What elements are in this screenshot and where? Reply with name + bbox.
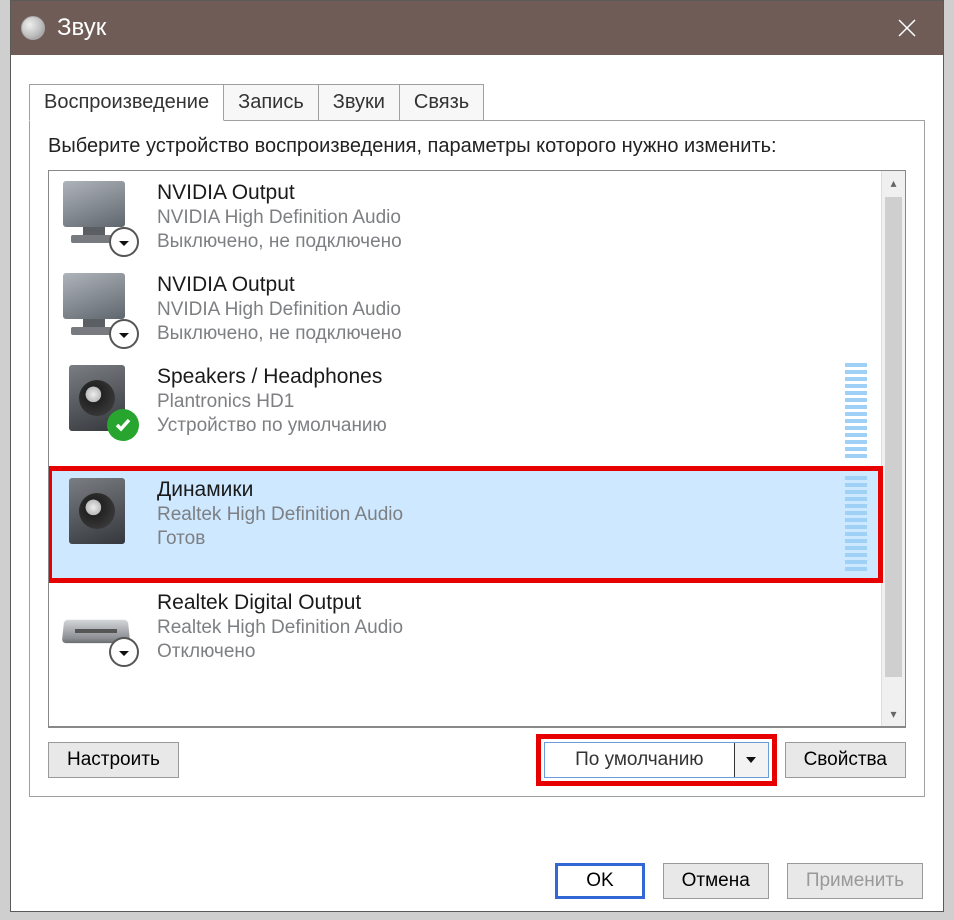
configure-button[interactable]: Настроить (48, 742, 179, 778)
default-badge-icon (107, 409, 139, 441)
tab-0[interactable]: Воспроизведение (29, 84, 224, 121)
device-text: ДинамикиRealtek High Definition AudioГот… (157, 476, 845, 571)
device-status: Выключено, не подключено (157, 231, 871, 253)
device-item[interactable]: Speakers / HeadphonesPlantronics HD1Устр… (49, 355, 881, 468)
set-default-button[interactable]: По умолчанию (544, 742, 769, 778)
close-icon (897, 18, 917, 38)
scroll-up-icon[interactable]: ▴ (882, 171, 905, 195)
device-driver: Plantronics HD1 (157, 391, 845, 413)
device-text: NVIDIA OutputNVIDIA High Definition Audi… (157, 271, 871, 345)
tab-strip: ВоспроизведениеЗаписьЗвукиСвязь (29, 83, 925, 121)
sound-app-icon (21, 16, 45, 40)
scroll-down-icon[interactable]: ▾ (882, 702, 905, 726)
level-meter (845, 363, 867, 458)
disabled-badge-icon (109, 319, 139, 349)
digibox-icon (61, 589, 133, 661)
scroll-thumb[interactable] (885, 197, 902, 677)
device-item[interactable]: NVIDIA OutputNVIDIA High Definition Audi… (49, 171, 881, 263)
device-item[interactable]: Realtek Digital OutputRealtek High Defin… (49, 581, 881, 673)
device-name: Realtek Digital Output (157, 591, 871, 615)
properties-button[interactable]: Свойства (785, 742, 906, 778)
device-item[interactable]: ДинамикиRealtek High Definition AudioГот… (49, 468, 881, 581)
device-status: Устройство по умолчанию (157, 415, 845, 437)
tab-1[interactable]: Запись (223, 84, 319, 121)
device-driver: Realtek High Definition Audio (157, 617, 871, 639)
tab-body-playback: Выберите устройство воспроизведения, пар… (29, 121, 925, 797)
device-driver: NVIDIA High Definition Audio (157, 207, 871, 229)
tab-3[interactable]: Связь (399, 84, 484, 121)
device-name: Динамики (157, 478, 845, 502)
dialog-button-row: OK Отмена Применить (555, 863, 923, 899)
device-action-row: Настроить По умолчанию Свойства (48, 742, 906, 778)
device-name: Speakers / Headphones (157, 365, 845, 389)
level-meter (845, 476, 867, 571)
device-status: Готов (157, 528, 845, 550)
content-area: ВоспроизведениеЗаписьЗвукиСвязь Выберите… (11, 55, 943, 797)
monitor-icon (61, 179, 133, 251)
disabled-badge-icon (109, 637, 139, 667)
device-name: NVIDIA Output (157, 181, 871, 205)
device-status: Выключено, не подключено (157, 323, 871, 345)
set-default-dropdown[interactable] (734, 743, 768, 777)
set-default-label: По умолчанию (545, 743, 734, 777)
scrollbar[interactable]: ▴ ▾ (881, 171, 905, 726)
monitor-icon (61, 271, 133, 343)
device-driver: Realtek High Definition Audio (157, 504, 845, 526)
device-text: Speakers / HeadphonesPlantronics HD1Устр… (157, 363, 845, 458)
close-button[interactable] (877, 1, 937, 55)
sound-dialog: Звук ВоспроизведениеЗаписьЗвукиСвязь Выб… (10, 0, 944, 912)
speaker-icon (61, 476, 133, 548)
cancel-button[interactable]: Отмена (663, 863, 769, 899)
speaker-icon (61, 363, 133, 435)
disabled-badge-icon (109, 227, 139, 257)
device-status: Отключено (157, 641, 871, 663)
device-text: NVIDIA OutputNVIDIA High Definition Audi… (157, 179, 871, 253)
device-driver: NVIDIA High Definition Audio (157, 299, 871, 321)
window-title: Звук (57, 14, 877, 42)
apply-button[interactable]: Применить (787, 863, 923, 899)
device-list: NVIDIA OutputNVIDIA High Definition Audi… (48, 170, 906, 728)
instruction-text: Выберите устройство воспроизведения, пар… (48, 133, 906, 160)
titlebar[interactable]: Звук (11, 1, 943, 55)
device-item[interactable]: NVIDIA OutputNVIDIA High Definition Audi… (49, 263, 881, 355)
chevron-down-icon (746, 755, 756, 765)
ok-button[interactable]: OK (555, 863, 644, 899)
device-name: NVIDIA Output (157, 273, 871, 297)
device-text: Realtek Digital OutputRealtek High Defin… (157, 589, 871, 663)
tab-2[interactable]: Звуки (318, 84, 400, 121)
